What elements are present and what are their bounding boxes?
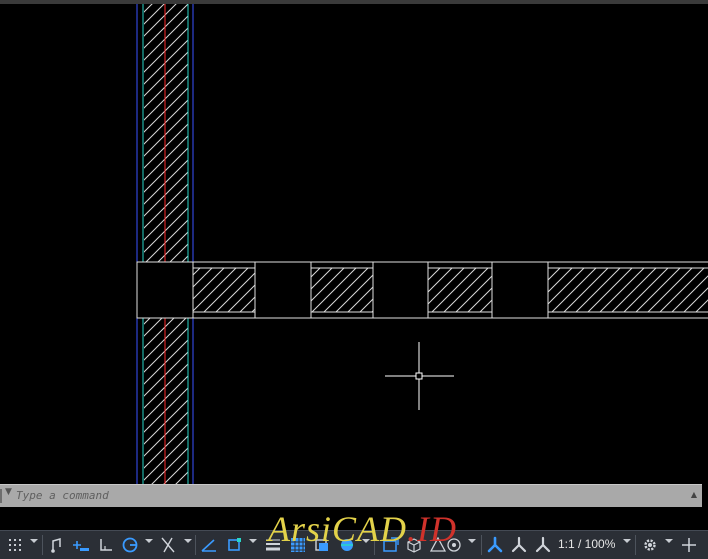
- workspace-dropdown-icon[interactable]: [665, 539, 673, 543]
- column-block[interactable]: [491, 261, 549, 319]
- command-line-grip[interactable]: [0, 489, 2, 503]
- status-separator: [195, 535, 196, 555]
- infer-constraints-icon[interactable]: [70, 534, 92, 556]
- grid-dropdown-icon[interactable]: [30, 539, 38, 543]
- dynamic-ucs-dropdown-icon[interactable]: [362, 539, 370, 543]
- drawing-canvas[interactable]: [0, 0, 708, 559]
- ortho-mode-icon[interactable]: [96, 534, 116, 556]
- column-block[interactable]: [372, 261, 429, 319]
- horizontal-wall[interactable]: [136, 261, 708, 319]
- polar-dropdown-icon[interactable]: [145, 539, 153, 543]
- gizmo-icon[interactable]: [404, 534, 424, 556]
- plus-icon[interactable]: [678, 534, 700, 556]
- polar-tracking-icon[interactable]: [120, 534, 140, 556]
- selection-cycling-icon[interactable]: [312, 534, 332, 556]
- units-icon[interactable]: [444, 534, 464, 556]
- annotation-scale-value[interactable]: 1:1 / 100%: [558, 537, 615, 551]
- status-separator: [42, 535, 43, 555]
- snap-mode-icon[interactable]: [48, 534, 66, 556]
- object-snap-icon[interactable]: [223, 534, 245, 556]
- selection-filter-icon[interactable]: [380, 534, 402, 556]
- isodraft-dropdown-icon[interactable]: [184, 539, 192, 543]
- crosshair-cursor: [385, 342, 454, 410]
- annotation-scale-dropdown-icon[interactable]: [623, 539, 631, 543]
- transparency-icon[interactable]: [288, 534, 308, 556]
- annotation-scale-icon[interactable]: [484, 534, 506, 556]
- viewport-top-border: [0, 0, 708, 4]
- grid-display-icon[interactable]: [4, 534, 26, 556]
- status-bar: 1:1 / 100%: [0, 530, 708, 559]
- annotation-autoscale-icon[interactable]: [508, 534, 530, 556]
- vertical-wall[interactable]: [136, 4, 194, 518]
- object-snap-tracking-icon[interactable]: [199, 534, 219, 556]
- isodraft-icon[interactable]: [158, 534, 178, 556]
- status-separator: [481, 535, 482, 555]
- command-expand-icon[interactable]: ▲: [691, 490, 697, 499]
- object-snap-dropdown-icon[interactable]: [249, 539, 257, 543]
- dynamic-ucs-icon[interactable]: [336, 534, 358, 556]
- status-separator: [635, 535, 636, 555]
- gear-icon[interactable]: [640, 534, 660, 556]
- workspace-annotate-icon[interactable]: [532, 534, 554, 556]
- command-input[interactable]: [16, 487, 676, 504]
- lineweight-icon[interactable]: [262, 534, 284, 556]
- status-separator: [374, 535, 375, 555]
- column-block[interactable]: [254, 261, 312, 319]
- statusbar-spacer: [0, 507, 708, 530]
- column-block[interactable]: [136, 261, 194, 319]
- command-line[interactable]: ▼ ▲: [0, 484, 702, 507]
- units-dropdown-icon[interactable]: [468, 539, 476, 543]
- command-history-dropdown-icon[interactable]: ▼: [5, 487, 12, 497]
